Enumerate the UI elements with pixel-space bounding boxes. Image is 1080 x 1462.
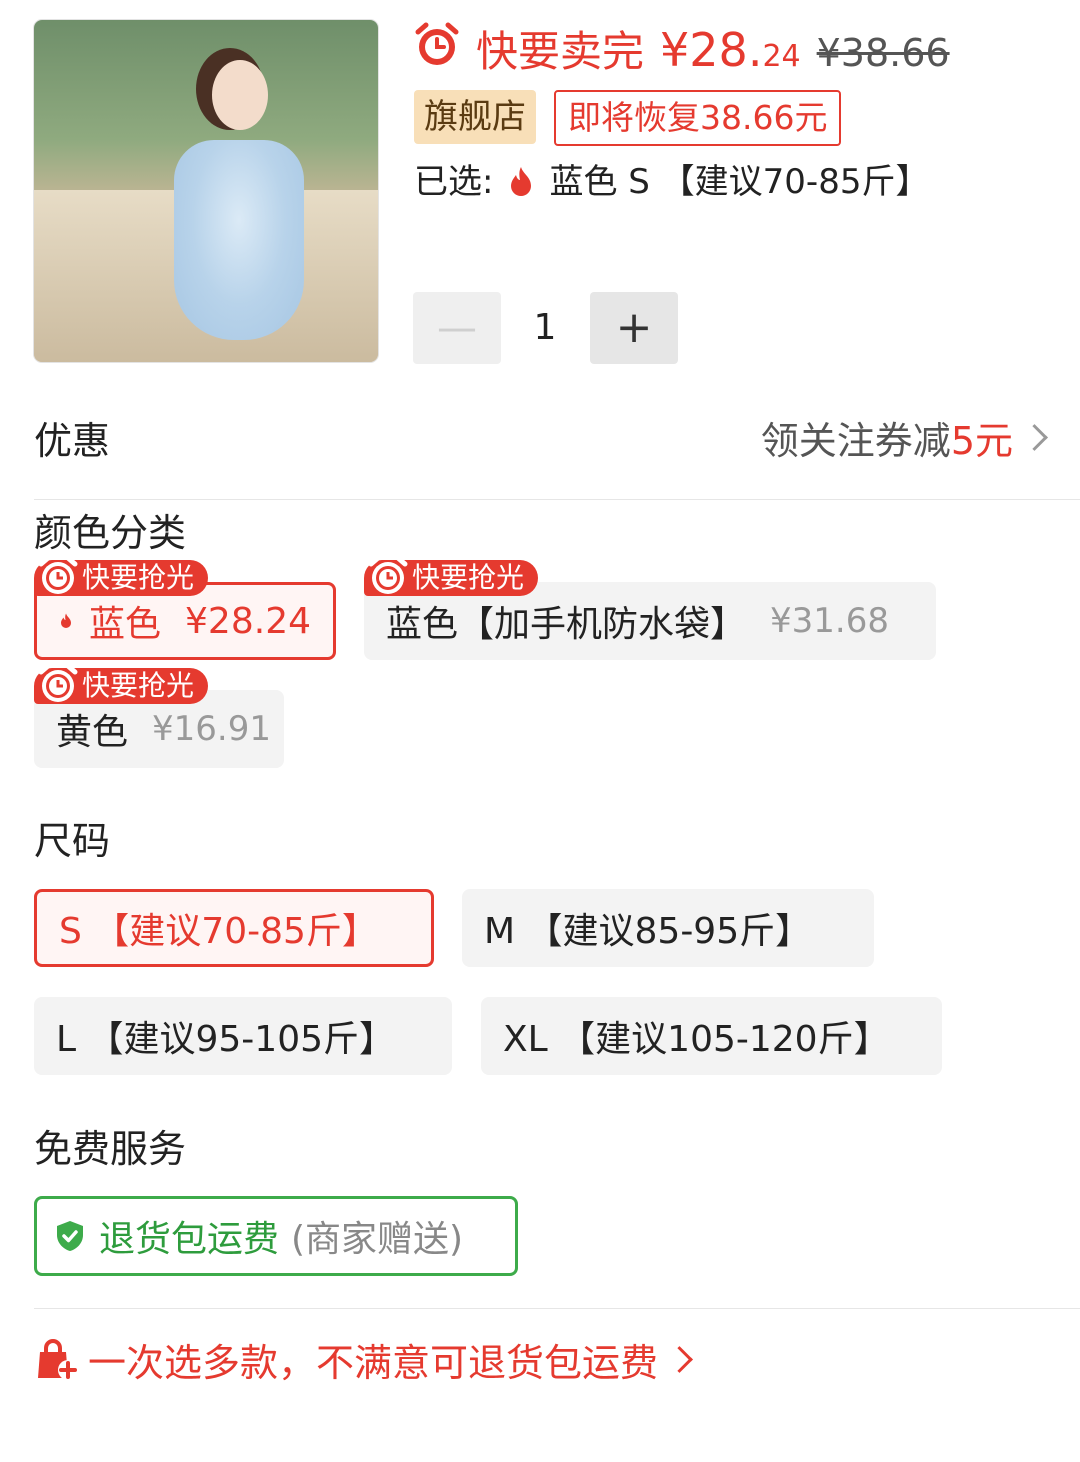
free-service-title: 免费服务 — [34, 1127, 187, 1171]
fire-icon — [511, 167, 532, 196]
size-section-title: 尺码 — [34, 819, 111, 863]
divider — [34, 499, 1080, 500]
original-price: ¥38.66 — [816, 31, 950, 75]
selected-summary: 已选: 蓝色 S 【建议70-85斤】 — [414, 158, 929, 206]
sell-out-badge: 快要抢光 — [364, 555, 539, 596]
multi-select-return-link[interactable]: 一次选多款，不满意可退货包运费 — [34, 1332, 693, 1387]
product-image[interactable] — [34, 20, 378, 362]
color-option-label: 蓝色【加手机防水袋】 — [386, 604, 747, 645]
badge-label: 快要抢光 — [412, 561, 525, 594]
alarm-clock-icon — [38, 555, 78, 594]
current-price-cents: 24 — [762, 39, 801, 74]
coupon-amount: 5元 — [950, 419, 1013, 463]
discount-title: 优惠 — [34, 419, 111, 463]
size-option-l[interactable]: L 【建议95-105斤】 — [34, 997, 452, 1075]
badge-label: 快要抢光 — [82, 669, 195, 702]
service-name: 退货包运费 — [99, 1219, 280, 1260]
chevron-right-icon — [666, 1346, 693, 1373]
flagship-store-tag: 旗舰店 — [414, 90, 536, 144]
current-price: ¥28. — [660, 23, 763, 77]
hot-selling-label: 快要卖完 — [476, 27, 645, 76]
size-option-xl[interactable]: XL 【建议105-120斤】 — [481, 997, 942, 1075]
service-note: (商家赠送) — [291, 1219, 464, 1260]
shopping-bag-plus-icon — [38, 1338, 78, 1380]
sell-out-badge: 快要抢光 — [34, 663, 209, 704]
badge-label: 快要抢光 — [82, 561, 195, 594]
price-row: 快要卖完 ¥28. 24 ¥38.66 — [414, 18, 950, 77]
color-option-price: ¥16.91 — [152, 709, 271, 749]
color-section-title: 颜色分类 — [34, 511, 187, 555]
color-option-price: ¥31.68 — [770, 601, 889, 641]
image-dress — [174, 140, 304, 340]
color-option-label: 黄色 — [56, 712, 129, 753]
footer-text: 一次选多款，不满意可退货包运费 — [88, 1341, 659, 1385]
image-model-head — [212, 60, 268, 130]
quantity-increase-button[interactable]: + — [590, 292, 678, 364]
size-option-label: M 【建议85-95斤】 — [484, 911, 812, 952]
size-option-s[interactable]: S 【建议70-85斤】 — [34, 889, 434, 967]
selected-value: 蓝色 S 【建议70-85斤】 — [549, 162, 930, 202]
size-option-m[interactable]: M 【建议85-95斤】 — [462, 889, 874, 967]
sell-out-badge: 快要抢光 — [34, 555, 209, 596]
alarm-clock-icon — [368, 555, 408, 594]
size-option-label: XL 【建议105-120斤】 — [503, 1019, 890, 1060]
size-option-label: L 【建议95-105斤】 — [56, 1019, 396, 1060]
price-restore-tag: 即将恢复38.66元 — [554, 90, 842, 146]
quantity-value[interactable]: 1 — [530, 300, 560, 356]
shield-check-icon — [57, 1221, 83, 1251]
color-option-label: 蓝色 — [89, 604, 162, 645]
selected-prefix: 已选: — [414, 162, 494, 202]
fire-icon — [61, 613, 72, 629]
alarm-clock-icon — [38, 663, 78, 702]
size-option-label: S 【建议70-85斤】 — [59, 911, 378, 952]
chevron-right-icon — [1021, 424, 1048, 451]
quantity-decrease-button[interactable]: — — [413, 292, 501, 364]
follow-coupon-link[interactable]: 领关注券减 5元 — [760, 410, 1048, 465]
coupon-text: 领关注券减 — [760, 419, 951, 463]
color-option-price: ¥28.24 — [185, 600, 311, 642]
return-shipping-service[interactable]: 退货包运费 (商家赠送) — [34, 1196, 518, 1276]
divider — [34, 1308, 1080, 1309]
